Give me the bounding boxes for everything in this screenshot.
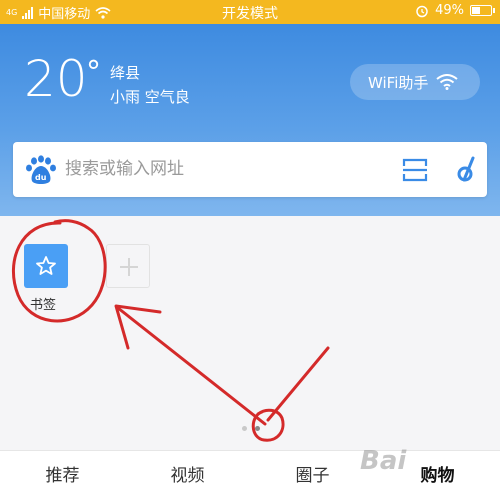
tab-circle[interactable]: 圈子	[250, 451, 375, 495]
d-app-icon[interactable]	[453, 154, 483, 186]
temperature-value: 20	[24, 50, 88, 108]
wifi-assistant-label: WiFi助手	[368, 73, 429, 92]
bookmark-label: 书签	[30, 298, 57, 313]
status-bar: 4G 中国移动 开发模式 49%	[0, 0, 500, 24]
degree-symbol: °	[86, 55, 101, 90]
add-shortcut-button[interactable]	[106, 244, 150, 288]
page-indicator	[242, 426, 260, 431]
wifi-icon	[436, 74, 458, 90]
battery-icon	[470, 5, 495, 16]
scan-icon[interactable]	[401, 156, 429, 184]
weather-condition: 小雨 空气良	[110, 88, 190, 106]
search-input[interactable]	[65, 154, 365, 184]
wifi-assistant-button[interactable]: WiFi助手	[350, 64, 480, 100]
baidu-logo-icon: du	[26, 155, 56, 184]
alarm-icon	[416, 5, 428, 17]
tab-video[interactable]: 视频	[125, 451, 250, 495]
shortcut-area: 书签	[0, 216, 500, 450]
bottom-tab-bar: 推荐 视频 圈子 购物	[0, 450, 500, 495]
city-name: 绛县	[110, 64, 141, 82]
page-dot[interactable]	[242, 426, 247, 431]
search-bar[interactable]: du	[13, 142, 487, 197]
star-icon	[36, 256, 56, 275]
watermark: Bai	[360, 446, 407, 476]
bookmark-shortcut[interactable]	[24, 244, 68, 288]
battery-percent: 49%	[435, 3, 464, 18]
page-dot-active[interactable]	[255, 426, 260, 431]
tab-recommend[interactable]: 推荐	[0, 451, 125, 495]
svg-text:du: du	[35, 173, 47, 182]
status-right: 49%	[415, 3, 495, 18]
